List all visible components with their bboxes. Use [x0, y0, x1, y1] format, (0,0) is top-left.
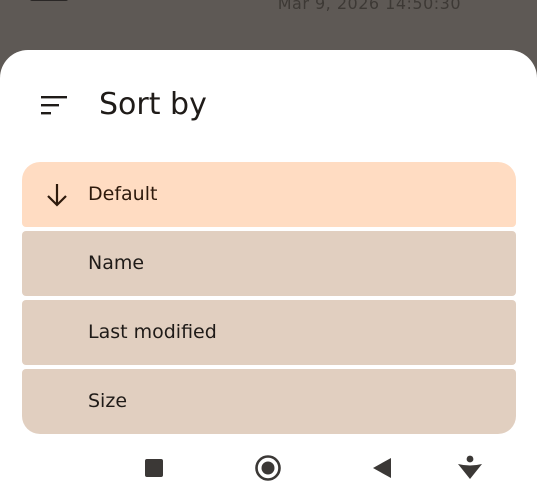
- sort-options-list: Default Name Last modified Size: [22, 162, 516, 434]
- sort-icon: [41, 96, 67, 115]
- system-navigation-bar: [0, 440, 537, 500]
- sort-option-label: Default: [88, 183, 158, 205]
- sort-option-default[interactable]: Default: [22, 162, 516, 227]
- sort-option-label: Name: [88, 252, 145, 274]
- background-menu-icon: [30, 0, 68, 1]
- arrow-down-icon: [47, 184, 67, 207]
- home-circle-icon[interactable]: [254, 454, 282, 482]
- sheet-title: Sort by: [99, 87, 207, 122]
- accessibility-icon[interactable]: [456, 454, 484, 482]
- back-triangle-icon[interactable]: [369, 454, 397, 482]
- sort-option-name[interactable]: Name: [22, 231, 516, 296]
- sheet-header: Sort by: [0, 50, 537, 160]
- sort-option-last-modified[interactable]: Last modified: [22, 300, 516, 365]
- sort-bottom-sheet: Sort by Default Name Last modified Size: [0, 50, 537, 500]
- sort-option-label: Last modified: [88, 321, 217, 343]
- sort-option-label: Size: [88, 390, 128, 412]
- background-timestamp: Mar 9, 2026 14:50:30: [277, 0, 461, 13]
- sort-option-size[interactable]: Size: [22, 369, 516, 434]
- recents-square-icon[interactable]: [140, 454, 168, 482]
